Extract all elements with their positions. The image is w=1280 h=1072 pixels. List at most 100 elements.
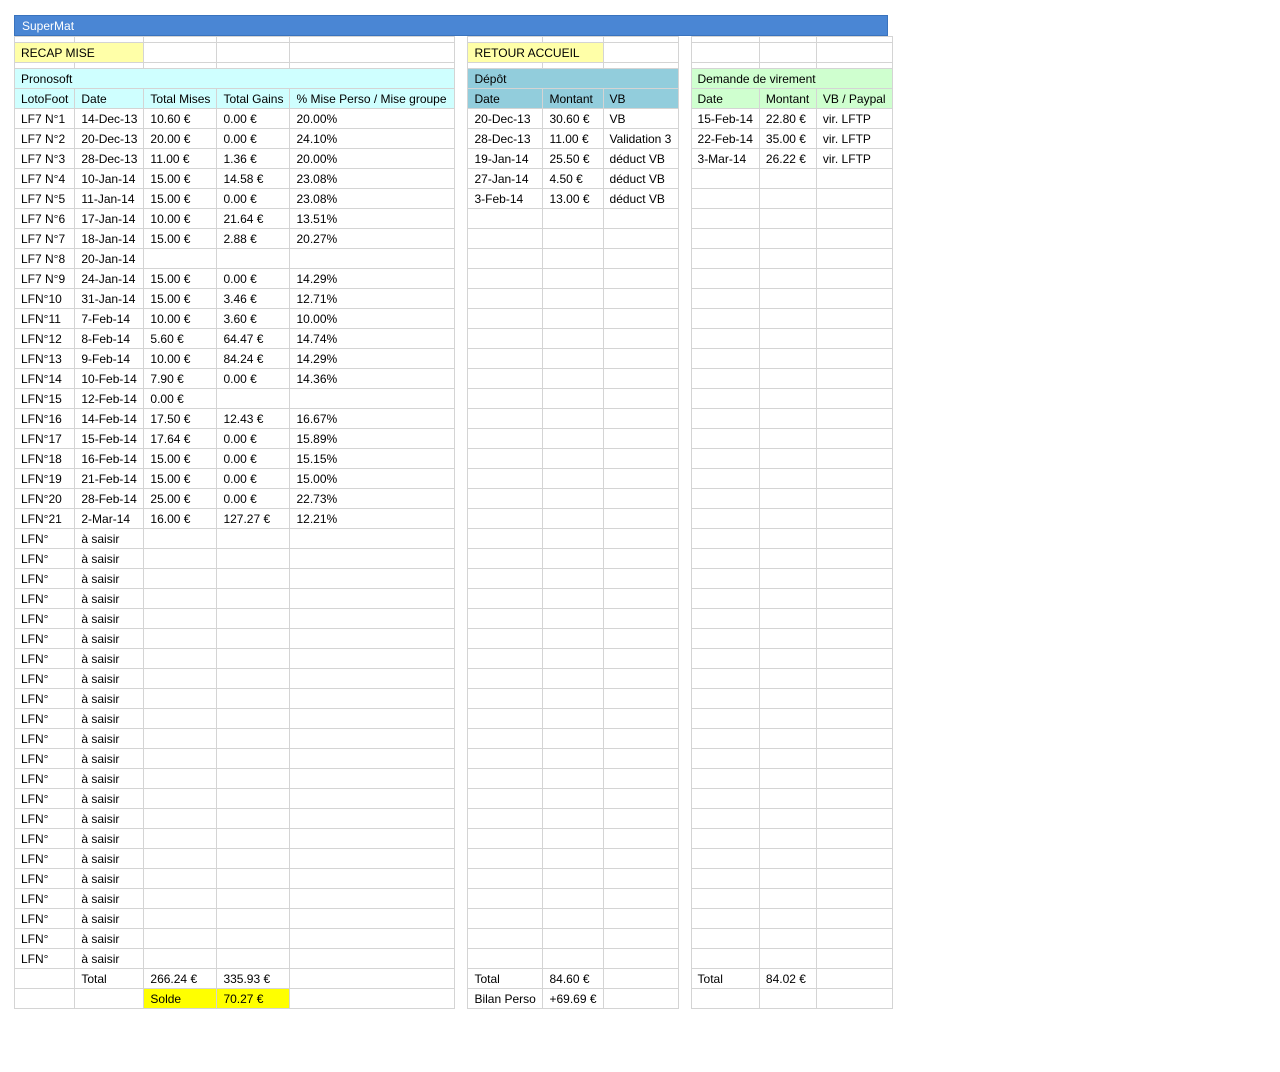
table-cell[interactable]	[467, 368, 544, 389]
table-cell[interactable]: 14-Feb-14	[74, 408, 145, 429]
table-cell[interactable]: 0.00 €	[216, 268, 291, 289]
table-cell[interactable]	[289, 748, 456, 769]
table-cell[interactable]	[815, 808, 893, 829]
table-cell[interactable]	[542, 328, 604, 349]
table-cell[interactable]	[542, 368, 604, 389]
table-cell[interactable]	[216, 908, 291, 929]
table-cell[interactable]	[289, 848, 456, 869]
table-cell[interactable]	[815, 928, 893, 949]
table-cell[interactable]	[758, 508, 817, 529]
table-cell[interactable]: 15.89%	[289, 428, 456, 449]
table-cell[interactable]	[216, 708, 291, 729]
table-cell[interactable]	[289, 528, 456, 549]
table-cell[interactable]	[143, 608, 218, 629]
table-cell[interactable]: LF7 N°4	[13, 168, 76, 189]
table-cell[interactable]: 15.00 €	[143, 288, 218, 309]
table-cell[interactable]	[602, 908, 679, 929]
table-cell[interactable]	[216, 888, 291, 909]
table-cell[interactable]: LFN°	[13, 928, 76, 949]
table-cell[interactable]	[216, 688, 291, 709]
table-cell[interactable]	[602, 808, 679, 829]
table-cell[interactable]	[467, 888, 544, 909]
table-cell[interactable]	[467, 268, 544, 289]
table-cell[interactable]	[690, 188, 760, 209]
table-cell[interactable]	[815, 828, 893, 849]
table-cell[interactable]	[602, 488, 679, 509]
table-cell[interactable]	[542, 348, 604, 369]
table-cell[interactable]	[690, 208, 760, 229]
table-cell[interactable]	[289, 788, 456, 809]
table-cell[interactable]	[216, 848, 291, 869]
table-cell[interactable]	[758, 468, 817, 489]
table-cell[interactable]	[690, 408, 760, 429]
table-cell[interactable]	[758, 628, 817, 649]
table-cell[interactable]: LF7 N°3	[13, 148, 76, 169]
table-cell[interactable]: 13.51%	[289, 208, 456, 229]
table-cell[interactable]	[143, 688, 218, 709]
table-cell[interactable]	[542, 748, 604, 769]
table-cell[interactable]	[690, 488, 760, 509]
table-cell[interactable]: 2-Mar-14	[74, 508, 145, 529]
table-cell[interactable]: 31-Jan-14	[74, 288, 145, 309]
table-cell[interactable]: à saisir	[74, 808, 145, 829]
table-cell[interactable]: LFN°	[13, 868, 76, 889]
table-cell[interactable]: LFN°	[13, 948, 76, 969]
table-cell[interactable]	[602, 308, 679, 329]
table-cell[interactable]	[602, 788, 679, 809]
table-cell[interactable]	[758, 288, 817, 309]
table-cell[interactable]	[289, 728, 456, 749]
table-cell[interactable]	[602, 208, 679, 229]
table-cell[interactable]	[815, 708, 893, 729]
table-cell[interactable]	[690, 608, 760, 629]
table-cell[interactable]: LFN°	[13, 788, 76, 809]
table-cell[interactable]: 12.21%	[289, 508, 456, 529]
table-cell[interactable]	[690, 268, 760, 289]
table-cell[interactable]	[143, 788, 218, 809]
table-cell[interactable]	[690, 848, 760, 869]
table-cell[interactable]: à saisir	[74, 828, 145, 849]
table-cell[interactable]: 14.29%	[289, 348, 456, 369]
table-cell[interactable]: LF7 N°8	[13, 248, 76, 269]
table-cell[interactable]	[815, 768, 893, 789]
table-cell[interactable]	[542, 808, 604, 829]
table-cell[interactable]	[758, 188, 817, 209]
table-cell[interactable]	[542, 228, 604, 249]
table-cell[interactable]	[143, 528, 218, 549]
table-cell[interactable]	[758, 588, 817, 609]
table-cell[interactable]	[690, 308, 760, 329]
table-cell[interactable]: LFN°	[13, 748, 76, 769]
table-cell[interactable]	[467, 428, 544, 449]
table-cell[interactable]	[602, 288, 679, 309]
table-cell[interactable]	[289, 648, 456, 669]
table-cell[interactable]	[542, 668, 604, 689]
table-cell[interactable]: 0.00 €	[216, 108, 291, 129]
table-cell[interactable]	[690, 948, 760, 969]
table-cell[interactable]: vir. LFTP	[815, 148, 893, 169]
table-cell[interactable]: 14.58 €	[216, 168, 291, 189]
table-cell[interactable]: 23.08%	[289, 168, 456, 189]
table-cell[interactable]: LF7 N°5	[13, 188, 76, 209]
table-cell[interactable]	[289, 608, 456, 629]
table-cell[interactable]	[467, 828, 544, 849]
table-cell[interactable]: LFN°	[13, 548, 76, 569]
table-cell[interactable]: 12.43 €	[216, 408, 291, 429]
table-cell[interactable]: 26.22 €	[758, 148, 817, 169]
table-cell[interactable]: LFN°	[13, 828, 76, 849]
table-cell[interactable]: 15.00 €	[143, 168, 218, 189]
table-cell[interactable]	[143, 828, 218, 849]
table-cell[interactable]	[690, 788, 760, 809]
table-cell[interactable]	[143, 708, 218, 729]
table-cell[interactable]	[542, 528, 604, 549]
table-cell[interactable]: 20.00%	[289, 148, 456, 169]
table-cell[interactable]: 0.00 €	[216, 448, 291, 469]
table-cell[interactable]: déduct VB	[602, 168, 679, 189]
table-cell[interactable]	[216, 628, 291, 649]
table-cell[interactable]	[143, 568, 218, 589]
table-cell[interactable]: 127.27 €	[216, 508, 291, 529]
table-cell[interactable]	[216, 788, 291, 809]
table-cell[interactable]: 15.00%	[289, 468, 456, 489]
table-cell[interactable]	[602, 568, 679, 589]
table-cell[interactable]	[602, 648, 679, 669]
table-cell[interactable]: à saisir	[74, 908, 145, 929]
table-cell[interactable]: 24-Jan-14	[74, 268, 145, 289]
